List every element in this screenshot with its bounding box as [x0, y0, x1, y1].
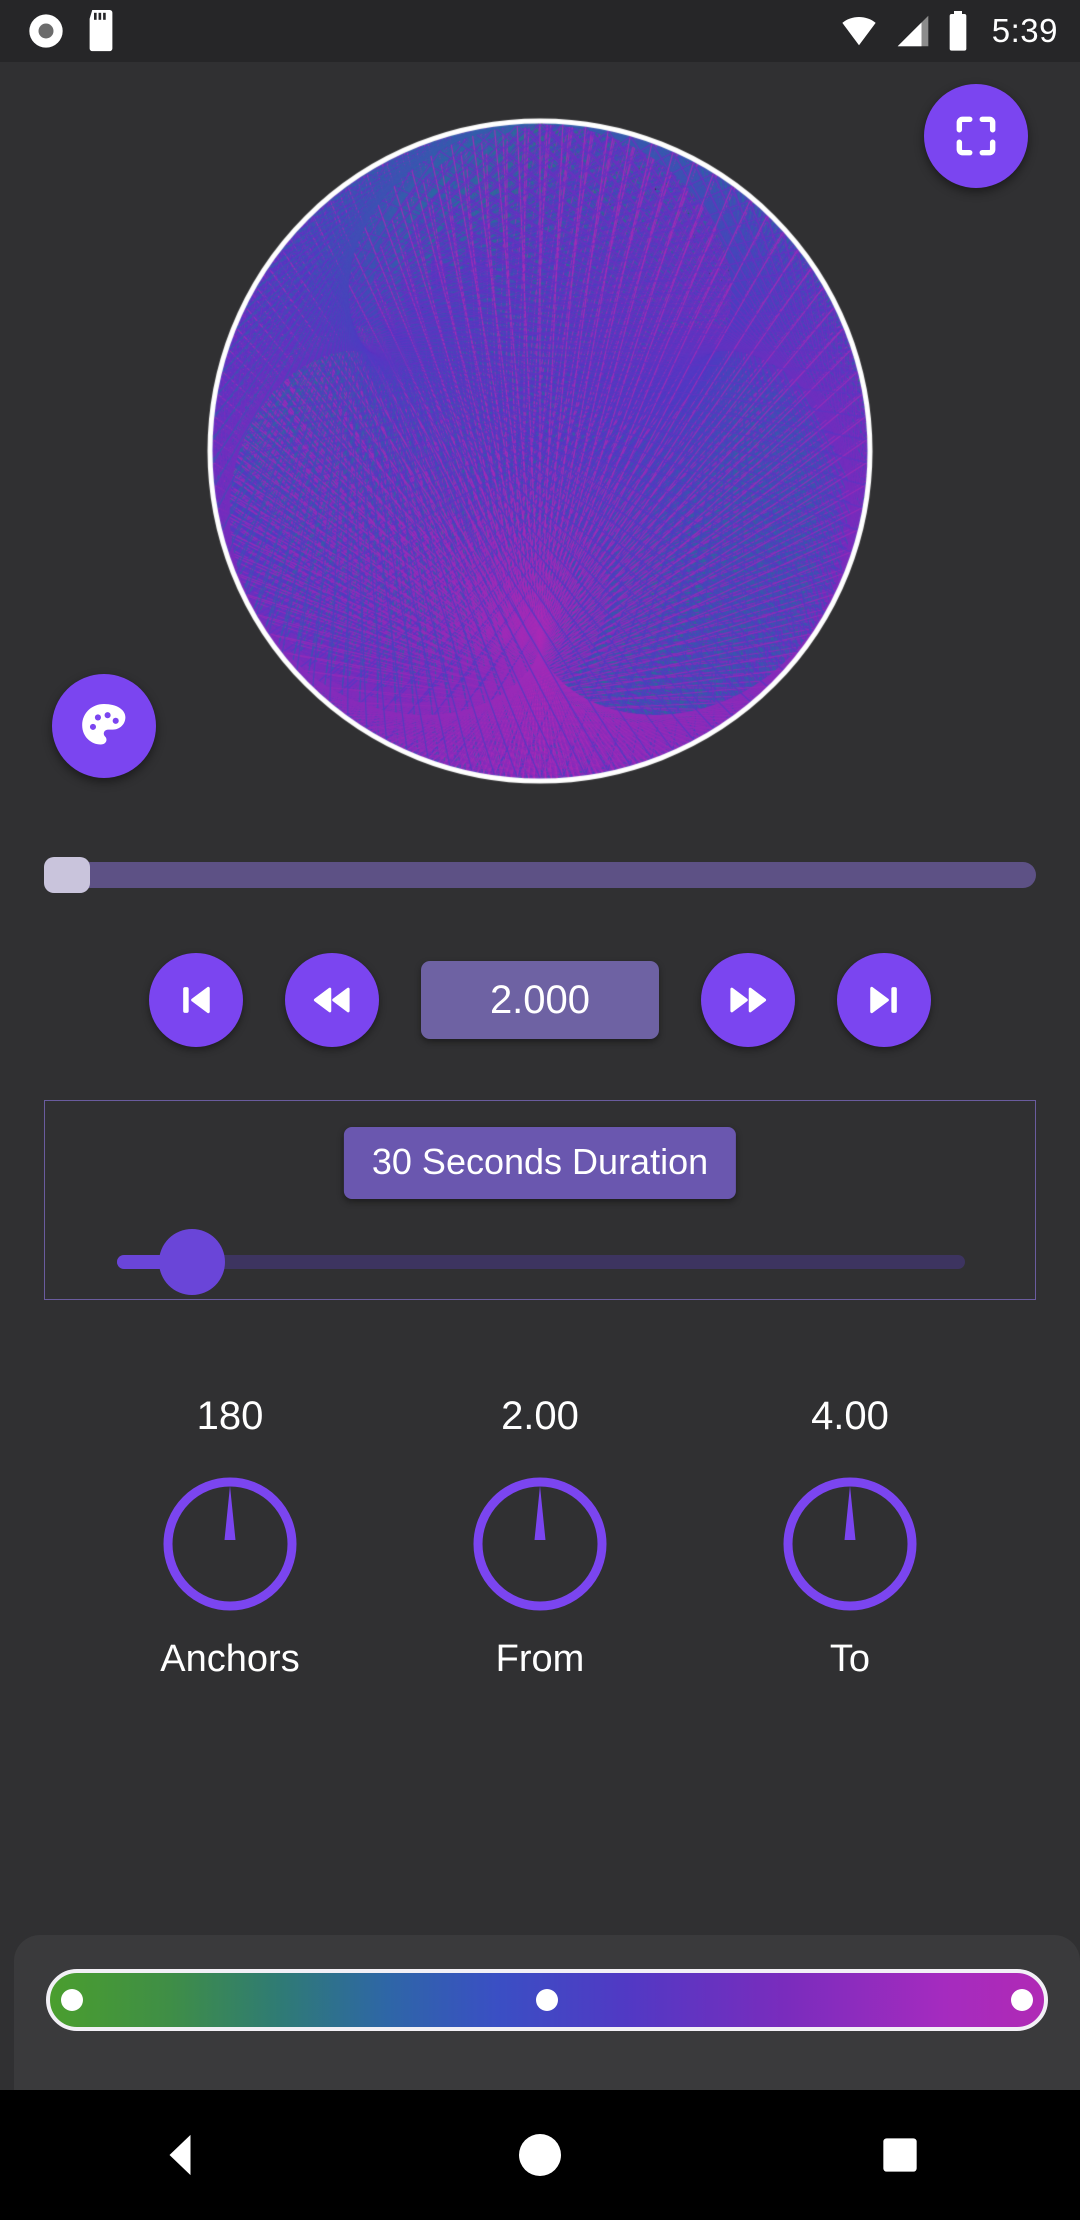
knob-from[interactable]: 2.00 From [440, 1390, 640, 1681]
nav-home-button[interactable] [465, 2090, 615, 2220]
nav-back-button[interactable] [105, 2090, 255, 2220]
gradient-stop-start[interactable] [60, 1989, 83, 2011]
knob-to-dial[interactable] [780, 1474, 920, 1614]
sd-card-icon [89, 10, 113, 52]
transport-controls: 2.000 [0, 932, 1080, 1068]
string-art-canvas[interactable] [0, 62, 1080, 840]
rewind-icon [313, 987, 350, 1013]
knob-anchors-value: 180 [196, 1394, 264, 1438]
duration-panel: 30 Seconds Duration [44, 1100, 1036, 1300]
knob-anchors-dial[interactable] [160, 1474, 300, 1614]
skip-previous-button[interactable] [149, 953, 243, 1047]
knob-controls: 180 Anchors 2.00 From 4.00 To [0, 1390, 1080, 1850]
knob-anchors-label: Anchors [160, 1638, 300, 1680]
gradient-panel [14, 1935, 1080, 2091]
status-bar-right-icons: 5:39 [838, 11, 1058, 51]
status-bar-clock: 5:39 [991, 12, 1058, 49]
nav-recents-button[interactable] [825, 2090, 975, 2220]
palette-icon [82, 703, 126, 745]
knob-from-value: 2.00 [501, 1394, 579, 1438]
playback-seek-track[interactable] [44, 862, 1036, 888]
palette-button[interactable] [52, 674, 156, 778]
fast-forward-button[interactable] [701, 953, 795, 1047]
skip-previous-icon [183, 986, 210, 1014]
knob-to-label: To [829, 1638, 871, 1680]
duration-button[interactable]: 30 Seconds Duration [343, 1127, 737, 1199]
skip-next-icon [870, 986, 897, 1014]
fast-forward-icon [730, 987, 767, 1013]
android-nav-bar [0, 2090, 1080, 2220]
gradient-stop-middle[interactable] [536, 1989, 558, 2011]
knob-anchors[interactable]: 180 Anchors [130, 1390, 330, 1681]
status-bar: 5:39 [0, 0, 1080, 62]
knob-to-value: 4.00 [811, 1394, 889, 1438]
status-bar-left-icons [26, 10, 118, 52]
fullscreen-button[interactable] [924, 84, 1028, 188]
skip-next-button[interactable] [837, 953, 931, 1047]
knob-from-dial[interactable] [470, 1474, 610, 1614]
recents-square-icon [883, 2138, 917, 2172]
duration-slider-track[interactable] [117, 1229, 965, 1295]
wifi-icon [842, 17, 876, 46]
gradient-stop-end[interactable] [1011, 1989, 1034, 2011]
playback-seek-thumb[interactable] [44, 857, 90, 893]
screen-record-icon [29, 14, 63, 48]
knob-from-label: From [495, 1638, 585, 1680]
app-screen: 5:39 2.000 30 Seconds Duration 180 Ancho… [0, 0, 1080, 2220]
duration-slider-thumb[interactable] [159, 1229, 225, 1295]
visualization-canvas-area[interactable] [0, 62, 1080, 840]
cell-signal-icon [897, 15, 929, 47]
home-circle-icon [519, 2134, 561, 2176]
color-gradient-picker[interactable] [46, 1969, 1048, 2031]
fullscreen-icon [956, 116, 996, 156]
knob-to[interactable]: 4.00 To [750, 1390, 950, 1681]
back-triangle-icon [169, 2134, 191, 2176]
speed-value-chip[interactable]: 2.000 [421, 961, 659, 1039]
battery-icon [949, 11, 967, 51]
rewind-button[interactable] [285, 953, 379, 1047]
